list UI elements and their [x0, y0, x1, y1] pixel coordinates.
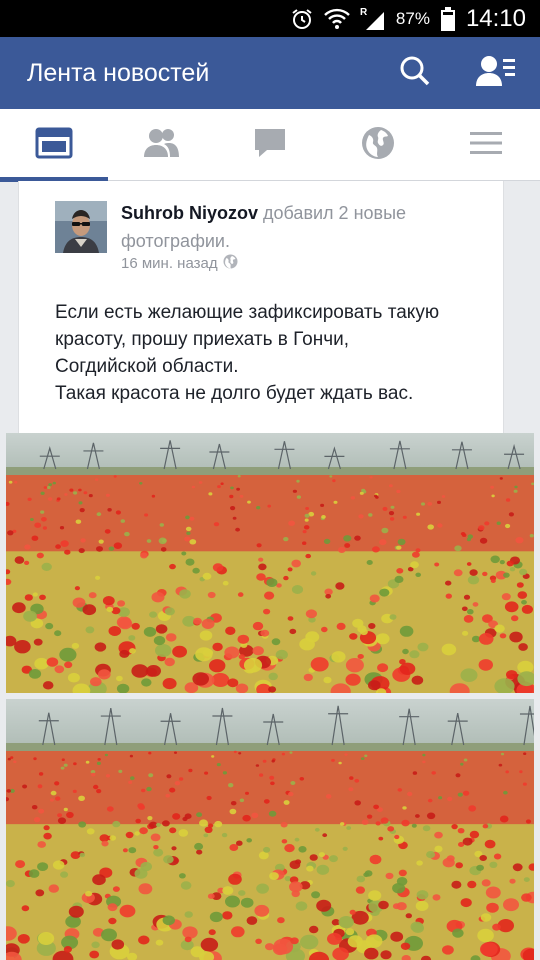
status-bar: R 87% 14:10 — [0, 0, 540, 37]
post-action-line1: добавил 2 новые — [258, 203, 407, 223]
tab-news-feed[interactable] — [0, 109, 108, 182]
poppy-field-image — [6, 433, 534, 693]
post-header: Suhrob Niyozov добавил 2 новые фотографи… — [121, 199, 481, 255]
post-photo-1[interactable] — [6, 433, 534, 693]
notifications-globe-icon — [361, 126, 395, 164]
tab-bar — [0, 109, 540, 182]
post-photo-2[interactable] — [6, 699, 534, 960]
friend-requests-button[interactable] — [476, 54, 516, 92]
post-text: Если есть желающие зафиксировать такую к… — [55, 299, 495, 407]
wifi-icon — [324, 7, 350, 31]
alarm-icon — [290, 7, 314, 31]
page-title: Лента новостей — [27, 59, 210, 87]
post-card: Suhrob Niyozov добавил 2 новые фотографи… — [18, 181, 504, 441]
friend-requests-icon — [476, 54, 516, 92]
post-text-line: Такая красота не долго будет ждать вас. — [55, 383, 414, 404]
post-text-line: Если есть желающие зафиксировать такую — [55, 302, 440, 323]
clock: 14:10 — [465, 4, 526, 32]
news-feed[interactable]: Suhrob Niyozov добавил 2 новые фотографи… — [0, 181, 540, 960]
author-name[interactable]: Suhrob Niyozov — [121, 203, 258, 223]
network-letter: R — [360, 7, 368, 18]
battery-icon — [440, 6, 456, 32]
post-text-line: красоту, прошу приехать в Гончи, — [55, 329, 349, 350]
news-feed-icon — [35, 127, 73, 163]
battery-percent: 87% — [395, 8, 430, 28]
search-icon — [399, 55, 431, 91]
post-action-line2: фотографии. — [121, 231, 230, 251]
tab-messages[interactable] — [216, 109, 324, 181]
post-text-line: Согдийской области. — [55, 356, 239, 377]
poppy-field-image — [6, 699, 534, 960]
post-timestamp[interactable]: 16 мин. назад — [121, 255, 218, 272]
signal-icon: R — [360, 6, 386, 32]
friends-icon — [143, 127, 181, 163]
tab-friends[interactable] — [108, 109, 216, 181]
globe-icon — [223, 254, 238, 273]
app-bar: Лента новостей — [0, 37, 540, 109]
tab-notifications[interactable] — [324, 109, 432, 181]
search-button[interactable] — [397, 55, 433, 91]
post-meta: 16 мин. назад — [121, 254, 238, 273]
messages-icon — [253, 127, 287, 163]
avatar[interactable] — [55, 201, 107, 253]
menu-icon — [469, 130, 503, 160]
tab-menu[interactable] — [432, 109, 540, 181]
